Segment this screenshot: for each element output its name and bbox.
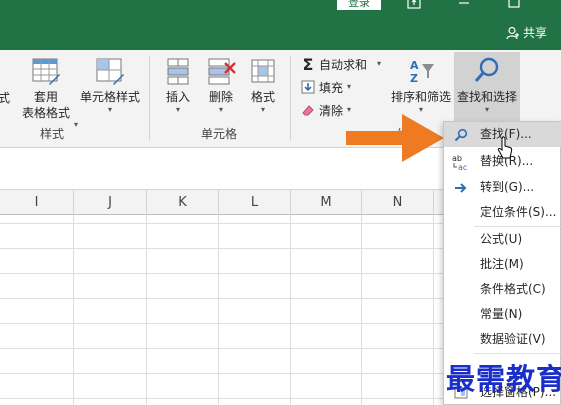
styles-group-label: 样式	[40, 127, 65, 141]
cells-group-label: 单元格	[201, 127, 238, 141]
sigma-icon: Σ	[302, 54, 314, 74]
share-label: 共享	[523, 26, 548, 40]
menu-item-goto[interactable]: 转到(G)...	[444, 175, 561, 200]
chevron-down-icon: ▾	[73, 120, 78, 129]
chevron-down-icon: ▾	[484, 105, 489, 114]
ribbon-display-options-icon[interactable]	[407, 0, 421, 9]
svg-text:Z: Z	[410, 72, 418, 85]
delete-cells-icon	[208, 58, 236, 85]
format-cells-button[interactable]: 格式 ▾	[245, 56, 281, 115]
person-icon	[506, 26, 519, 39]
column-header-l[interactable]: L	[219, 190, 291, 215]
group-separator	[290, 56, 291, 140]
column-gridline	[290, 215, 291, 405]
insert-label: 插入	[165, 90, 190, 104]
format-label: 格式	[250, 90, 275, 104]
cell-styles-icon	[96, 58, 124, 85]
fill-label: 填充	[319, 80, 344, 95]
column-gridline	[433, 215, 434, 405]
find-icon	[451, 122, 471, 147]
orange-arrow-annotation	[346, 114, 444, 162]
column-header-k[interactable]: K	[147, 190, 219, 215]
fill-down-icon	[301, 80, 315, 94]
group-separator	[149, 56, 150, 140]
format-as-table-label-line1: 套用	[33, 90, 58, 104]
format-as-table-icon	[32, 58, 60, 85]
column-gridline	[73, 215, 74, 405]
title-bar: 登录 共享	[0, 0, 561, 50]
goto-arrow-icon	[451, 175, 471, 200]
column-header-i[interactable]: I	[0, 190, 74, 215]
cell-styles-partial-label: 式	[0, 91, 11, 105]
chevron-down-icon: ▾	[377, 59, 382, 68]
menu-item-data-validation[interactable]: 数据验证(V)	[444, 327, 561, 352]
login-button[interactable]: 登录	[337, 0, 381, 10]
chevron-down-icon: ▾	[347, 82, 352, 91]
format-as-table-label-line2: 表格格式	[21, 106, 70, 120]
restore-icon[interactable]	[507, 0, 521, 9]
insert-cells-icon	[167, 58, 189, 85]
column-header-m[interactable]: M	[291, 190, 362, 215]
cell-styles-label: 单元格样式	[79, 90, 140, 104]
column-gridline	[146, 215, 147, 405]
share-button[interactable]: 共享	[506, 24, 547, 41]
delete-label: 删除	[208, 90, 233, 104]
replace-icon: ab ac	[451, 149, 471, 174]
menu-item-label: 批注(M)	[480, 257, 524, 271]
chevron-down-icon: ▾	[107, 105, 112, 114]
column-gridline	[361, 215, 362, 405]
find-select-label: 查找和选择	[456, 90, 517, 104]
column-header-n[interactable]: N	[362, 190, 434, 215]
chevron-down-icon: ▾	[175, 105, 180, 114]
sort-filter-icon: A Z	[410, 59, 434, 85]
format-as-table-button[interactable]: 套用 表格格式 ▾	[16, 56, 78, 129]
column-gridline	[218, 215, 219, 405]
minimize-icon[interactable]	[457, 0, 471, 9]
eraser-icon	[302, 105, 314, 116]
svg-text:ab: ab	[452, 154, 462, 163]
svg-text:ac: ac	[458, 163, 467, 171]
menu-item-label: 定位条件(S)...	[480, 205, 557, 219]
menu-item-label: 数据验证(V)	[480, 332, 546, 346]
menu-item-label: 转到(G)...	[480, 180, 535, 194]
menu-item-label: 常量(N)	[480, 307, 523, 321]
column-header-j[interactable]: J	[74, 190, 147, 215]
cell-styles-button-partial[interactable]: 式	[0, 90, 10, 106]
menu-item-constants[interactable]: 常量(N)	[444, 302, 561, 327]
cell-styles-button[interactable]: 单元格样式 ▾	[78, 56, 142, 115]
sort-filter-button[interactable]: A Z 排序和筛选 ▾	[389, 56, 453, 115]
menu-item-comments[interactable]: 批注(M)	[444, 252, 561, 277]
magnifier-icon	[474, 57, 499, 82]
chevron-down-icon: ▾	[218, 105, 223, 114]
svg-text:A: A	[410, 59, 419, 72]
insert-cells-button[interactable]: 插入 ▾	[160, 56, 196, 115]
autosum-label: 自动求和	[319, 57, 368, 72]
menu-item-conditional-formatting[interactable]: 条件格式(C)	[444, 277, 561, 302]
menu-item-label: 条件格式(C)	[480, 282, 546, 296]
delete-cells-button[interactable]: 删除 ▾	[203, 56, 239, 115]
fill-button[interactable]: 填充 ▾	[301, 77, 351, 97]
mouse-pointer-icon	[497, 136, 513, 159]
menu-separator	[474, 353, 561, 354]
watermark-logo: 最需教育	[446, 362, 561, 396]
format-cells-icon	[251, 59, 275, 83]
find-select-button[interactable]: 查找和选择 ▾	[454, 52, 520, 122]
sort-filter-label: 排序和筛选	[390, 90, 451, 104]
chevron-down-icon: ▾	[260, 105, 265, 114]
autosum-button[interactable]: Σ 自动求和 ▾	[301, 54, 382, 74]
menu-item-formulas[interactable]: 公式(U)	[444, 227, 561, 252]
menu-item-label: 公式(U)	[480, 232, 523, 246]
menu-item-goto-special[interactable]: 定位条件(S)...	[444, 200, 561, 225]
clear-label: 清除	[319, 103, 344, 118]
